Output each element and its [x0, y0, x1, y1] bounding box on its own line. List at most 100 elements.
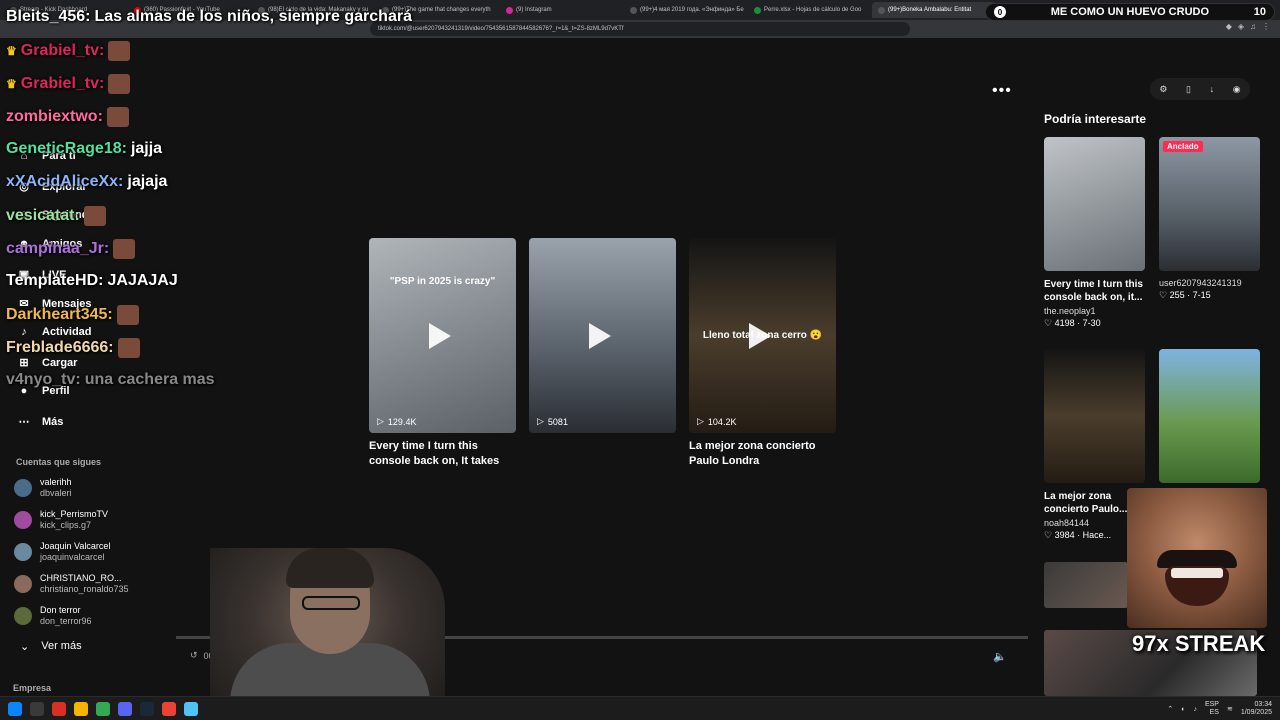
- video-thumbnail[interactable]: ▷ 5081: [529, 238, 676, 433]
- recommend-thumbnail[interactable]: [1159, 349, 1260, 483]
- chat-message: TemplateHD: JAJAJAJ: [6, 272, 178, 290]
- recommend-thumbnail[interactable]: [1044, 349, 1145, 483]
- chat-message: vesicatat:: [6, 206, 106, 226]
- chat-username: zombiextwo:: [6, 108, 103, 125]
- network-icon[interactable]: ◐: [1181, 706, 1185, 713]
- volume-icon[interactable]: 🔈: [993, 650, 1007, 663]
- clock[interactable]: 03:34 1/09/2025: [1241, 701, 1272, 717]
- windows-start-icon[interactable]: [8, 701, 22, 716]
- chat-text: una cachera mas: [84, 371, 215, 388]
- crown-icon: ♛: [6, 44, 17, 58]
- menu-icon[interactable]: ⋮: [1262, 22, 1270, 31]
- recommend-thumbnail[interactable]: Anclado: [1159, 137, 1260, 271]
- chat-username: Darkheart345:: [6, 306, 113, 323]
- play-small-icon: ▷: [537, 416, 544, 426]
- app-icon[interactable]: [184, 701, 198, 716]
- avatar[interactable]: ◉: [1233, 84, 1241, 95]
- browser-tab[interactable]: (99+)4 мая 2019 года. «Энфинда» Бе: [624, 2, 748, 18]
- following-title: Cuentas que sigues: [16, 457, 102, 467]
- chat-message: ♛ Grabiel_tv:: [6, 41, 131, 61]
- video-card[interactable]: Lleno total zona cerro 😮 ▷ 104.2K La mejo…: [689, 238, 836, 469]
- avatar: [14, 511, 32, 529]
- chat-message: Bleits_456: Las almas de los niños, siemp…: [6, 8, 412, 26]
- app-icon[interactable]: [52, 701, 66, 716]
- meme-teeth: [1171, 568, 1223, 578]
- chat-message: Freblade6666:: [6, 338, 140, 358]
- search-icon[interactable]: [30, 701, 44, 716]
- webcam-glasses: [302, 596, 360, 610]
- extension-icon[interactable]: ◈: [1238, 22, 1244, 31]
- browser-tab[interactable]: Perre.xlsx - Hojas de cálculo de Goo: [748, 2, 872, 18]
- tab-favicon-icon: [754, 6, 761, 14]
- company-heading: Empresa: [13, 683, 52, 693]
- device-icon[interactable]: ▯: [1186, 84, 1191, 95]
- emote-icon: [113, 239, 136, 259]
- chat-message: GeneticRage18: jajja: [6, 140, 162, 158]
- wifi-icon[interactable]: ≋: [1227, 705, 1233, 713]
- following-account[interactable]: Joaquin Valcarcel joaquinvalcarcel: [14, 541, 110, 563]
- chat-message: v4nyo_tv: una cachera mas: [6, 371, 215, 389]
- video-card[interactable]: "PSP in 2025 is crazy" ▷ 129.4K Every tim…: [369, 238, 516, 469]
- screen: Stream - Kick Dashboard (360) Passionfru…: [0, 0, 1280, 720]
- sidebar-item-mas[interactable]: ⋯ Más: [18, 415, 64, 429]
- chat-message: campinaa_Jr:: [6, 239, 136, 259]
- video-overlay-text: "PSP in 2025 is crazy": [389, 276, 496, 287]
- view-count: ▷ 129.4K: [377, 416, 417, 427]
- chat-text: JAJAJAJ: [107, 272, 178, 289]
- replay-icon[interactable]: ↺: [190, 650, 198, 661]
- avatar: [14, 575, 32, 593]
- play-icon[interactable]: [429, 323, 451, 349]
- chrome-icon[interactable]: [96, 701, 110, 716]
- more-options-icon[interactable]: •••: [992, 82, 1012, 100]
- extension-icon[interactable]: ◆: [1226, 22, 1232, 31]
- url-field[interactable]: tiktok.com/@user6207943241319/video/7543…: [370, 22, 910, 36]
- goal-right-count: 10: [1253, 6, 1266, 18]
- following-account[interactable]: CHRISTIANO_RO... christiano_ronaldo735: [14, 573, 129, 595]
- video-title[interactable]: [529, 439, 676, 469]
- chat-text: jajaja: [127, 173, 168, 190]
- chat-username: Freblade6666:: [6, 339, 114, 356]
- emote-icon: [83, 206, 106, 226]
- steam-icon[interactable]: [140, 701, 154, 716]
- recommend-thumbnail[interactable]: [1044, 137, 1145, 271]
- language-indicator[interactable]: ESP ES: [1205, 701, 1219, 717]
- browser-tab[interactable]: (9) Instagram: [500, 2, 624, 18]
- recommend-title: Podría interesarte: [1044, 112, 1147, 126]
- chat-username: Grabiel_tv:: [20, 42, 105, 59]
- emote-icon: [108, 74, 131, 94]
- chevron-up-icon[interactable]: ⌃: [1167, 705, 1173, 713]
- extension-icon[interactable]: ♫: [1250, 22, 1256, 31]
- settings-icon[interactable]: ⚙: [1159, 84, 1167, 95]
- chat-username: Grabiel_tv:: [20, 75, 105, 92]
- see-more-link[interactable]: ⌄ Ver más: [20, 640, 82, 653]
- play-small-icon: ▷: [377, 416, 384, 426]
- video-title[interactable]: Every time I turn this console back on, …: [369, 439, 516, 469]
- video-title[interactable]: La mejor zona concierto Paulo Londra #pa…: [689, 439, 836, 469]
- chat-message: xXAcidAliceXx: jajaja: [6, 173, 167, 191]
- play-icon[interactable]: [589, 323, 611, 349]
- recommend-card-stats: ♡ 255 · 7-15: [1159, 290, 1211, 300]
- volume-icon[interactable]: ♪: [1193, 706, 1197, 713]
- browser-tab-active[interactable]: (99+)Boneka Ambalabu: Entitat: [872, 2, 996, 18]
- recommend-card[interactable]: [1159, 349, 1260, 483]
- video-thumbnail[interactable]: Lleno total zona cerro 😮 ▷ 104.2K: [689, 238, 836, 433]
- play-small-icon: ▷: [697, 416, 704, 426]
- tab-favicon-icon: [630, 6, 637, 14]
- recommend-card[interactable]: Every time I turn this console back on, …: [1044, 137, 1145, 329]
- webcam-person-hair: [286, 548, 374, 588]
- following-account[interactable]: Don terror don_terror96: [14, 605, 92, 627]
- following-account[interactable]: valerihh dbvaleri: [14, 477, 72, 499]
- recommend-card[interactable]: Anclado user6207943241319 ♡ 255 · 7-15: [1159, 137, 1260, 301]
- video-thumbnail[interactable]: "PSP in 2025 is crazy" ▷ 129.4K: [369, 238, 516, 433]
- stream-goal-banner: 0 ME COMO UN HUEVO CRUDO 10: [985, 3, 1275, 21]
- folder-icon[interactable]: [74, 701, 88, 716]
- app-icon[interactable]: [162, 701, 176, 716]
- discord-icon[interactable]: [118, 701, 132, 716]
- video-card[interactable]: ▷ 5081: [529, 238, 676, 469]
- download-icon[interactable]: ↓: [1210, 84, 1215, 94]
- following-account[interactable]: kick_PerrismoTV kick_clips.g7: [14, 509, 108, 531]
- taskbar: ⌃ ◐ ♪ ESP ES ≋ 03:34 1/09/2025: [0, 696, 1280, 720]
- tab-favicon-icon: [878, 6, 885, 14]
- chat-overlay: Bleits_456: Las almas de los niños, siemp…: [0, 0, 412, 400]
- play-icon[interactable]: [749, 323, 771, 349]
